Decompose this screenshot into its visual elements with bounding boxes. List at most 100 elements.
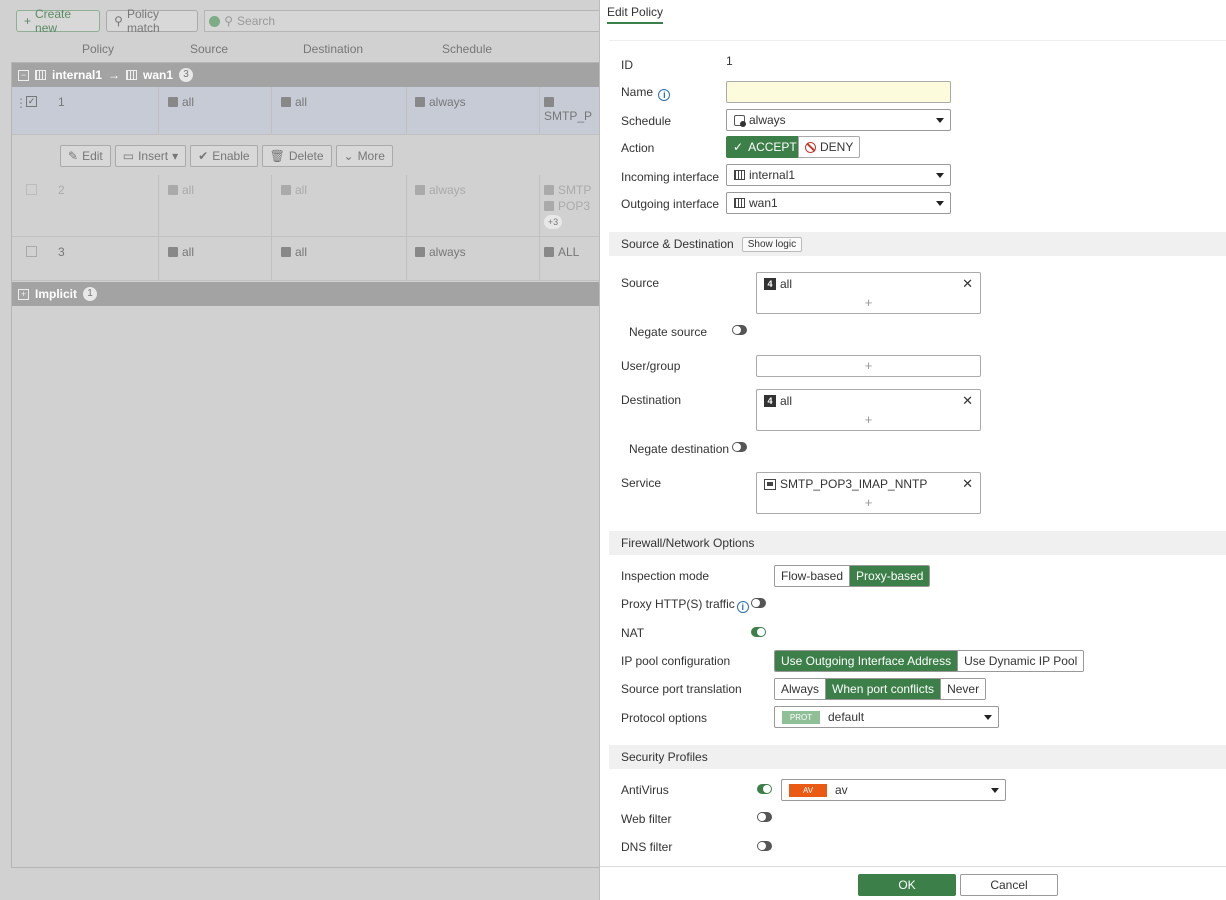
- group-from: internal1: [52, 68, 103, 82]
- policy-match-label: Policy match: [126, 7, 160, 35]
- cell-schedule: always: [415, 183, 466, 197]
- web-filter-toggle[interactable]: [757, 812, 772, 822]
- service-icon: [764, 478, 776, 490]
- edit-policy-panel: Edit Policy ID 1 Name i Schedule always …: [599, 0, 1226, 900]
- cell-schedule: always: [415, 95, 466, 109]
- name-label: Name i: [621, 85, 671, 101]
- edit-button[interactable]: ✎ Edit: [60, 145, 111, 167]
- section-title: Firewall/Network Options: [621, 536, 755, 550]
- section-title: Security Profiles: [621, 750, 708, 764]
- table-row[interactable]: 3 all all always ALL: [12, 237, 601, 281]
- policy-list-background: + Create new ⚲ Policy match ⚲ Search Pol…: [0, 0, 601, 900]
- cell-schedule: always: [415, 245, 466, 259]
- incoming-interface-select[interactable]: internal1: [726, 164, 951, 186]
- av-badge: AV: [789, 783, 827, 797]
- group-header-internal1-wan1[interactable]: − internal1 → wan1 3: [12, 63, 601, 87]
- protocol-value: default: [828, 710, 865, 724]
- accept-button[interactable]: ✓ ACCEPT: [726, 136, 804, 158]
- more-button[interactable]: ⌄ More: [335, 145, 393, 167]
- info-icon[interactable]: i: [736, 601, 749, 613]
- group-header-implicit[interactable]: + Implicit 1: [12, 282, 601, 306]
- cell-id: 3: [58, 245, 65, 259]
- address-icon: [168, 185, 178, 195]
- add-icon[interactable]: +: [757, 412, 980, 427]
- address-icon: [281, 185, 291, 195]
- interface-icon: [734, 170, 745, 180]
- source-field[interactable]: 4 all ✕ +: [756, 272, 981, 314]
- dns-filter-toggle[interactable]: [757, 841, 772, 851]
- interface-icon: [35, 70, 46, 80]
- source-port-translation-label: Source port translation: [621, 682, 742, 696]
- antivirus-select[interactable]: AV av: [781, 779, 1006, 801]
- negate-destination-toggle[interactable]: [732, 442, 747, 452]
- ok-button[interactable]: OK: [858, 874, 956, 896]
- add-icon[interactable]: +: [757, 295, 980, 310]
- search-input[interactable]: ⚲ Search: [204, 10, 600, 32]
- panel-title-tab[interactable]: Edit Policy: [607, 5, 664, 24]
- never-option[interactable]: Never: [941, 679, 986, 699]
- add-icon[interactable]: +: [865, 358, 873, 373]
- destination-entry: 4 all: [764, 394, 792, 408]
- antivirus-label: AntiVirus: [621, 783, 669, 797]
- check-circle-icon: ✔: [198, 149, 209, 163]
- use-outgoing-interface-option[interactable]: Use Outgoing Interface Address: [775, 651, 959, 671]
- table-row[interactable]: 2 all all always SMTP POP3 +3: [12, 175, 601, 237]
- interface-icon: [126, 70, 138, 80]
- cell-source: all: [168, 245, 194, 259]
- schedule-icon: [415, 97, 425, 107]
- add-icon[interactable]: +: [757, 495, 980, 510]
- row-actions-bar: ✎ Edit ▭ Insert ▾ ✔ Enable 🗑 Delete ⌄ More: [60, 145, 393, 167]
- remove-icon[interactable]: ✕: [962, 276, 973, 292]
- destination-label: Destination: [621, 393, 682, 407]
- cell-source: all: [168, 95, 194, 109]
- magnifier-icon: ⚲: [114, 14, 123, 28]
- policy-match-button[interactable]: ⚲ Policy match: [106, 7, 199, 35]
- row-checkbox[interactable]: [26, 184, 37, 195]
- when-port-conflicts-option[interactable]: When port conflicts: [826, 679, 942, 699]
- flow-based-option[interactable]: Flow-based: [775, 566, 851, 586]
- column-policy[interactable]: Policy: [82, 42, 114, 56]
- outgoing-interface-select[interactable]: wan1: [726, 192, 951, 214]
- user-group-field[interactable]: +: [756, 355, 981, 377]
- proxy-traffic-label: Proxy HTTP(S) traffic i: [621, 597, 749, 613]
- always-option[interactable]: Always: [775, 679, 827, 699]
- row-checkbox[interactable]: [26, 246, 37, 257]
- table-row[interactable]: ⋮ ✓ 1 all all always SMTP_P: [12, 87, 601, 135]
- info-icon[interactable]: i: [658, 89, 671, 101]
- create-new-button[interactable]: + Create new: [16, 7, 101, 35]
- nat-toggle[interactable]: [751, 627, 766, 637]
- cancel-button[interactable]: Cancel: [960, 874, 1058, 896]
- policy-table: − internal1 → wan1 3 ⋮ ✓ 1 all all alway…: [11, 62, 601, 868]
- proxy-traffic-toggle[interactable]: [751, 598, 766, 608]
- antivirus-toggle[interactable]: [757, 784, 772, 794]
- protocol-options-select[interactable]: PROT default: [774, 706, 999, 728]
- negate-source-toggle[interactable]: [732, 325, 747, 335]
- column-destination[interactable]: Destination: [303, 42, 363, 56]
- proxy-based-option[interactable]: Proxy-based: [850, 566, 930, 586]
- edit-policy-form: ID 1 Name i Schedule always Action ✓ ACC…: [609, 40, 1226, 866]
- create-new-label: Create new: [35, 7, 72, 35]
- insert-button[interactable]: ▭ Insert ▾: [114, 145, 187, 167]
- add-filter-icon[interactable]: [209, 15, 221, 27]
- destination-field[interactable]: 4 all ✕ +: [756, 389, 981, 431]
- remove-icon[interactable]: ✕: [962, 393, 973, 409]
- name-input[interactable]: [726, 81, 951, 103]
- delete-button[interactable]: 🗑 Delete: [261, 145, 332, 167]
- row-checkbox[interactable]: ✓: [26, 96, 37, 107]
- collapse-icon[interactable]: −: [18, 69, 29, 81]
- column-schedule[interactable]: Schedule: [442, 42, 492, 56]
- address-icon: [281, 247, 291, 257]
- service-field[interactable]: SMTP_POP3_IMAP_NNTP ✕ +: [756, 472, 981, 514]
- show-logic-button[interactable]: Show logic: [741, 236, 803, 252]
- use-dynamic-ip-pool-option[interactable]: Use Dynamic IP Pool: [958, 651, 1084, 671]
- schedule-select[interactable]: always: [726, 109, 951, 131]
- enable-button[interactable]: ✔ Enable: [190, 145, 258, 167]
- deny-button[interactable]: DENY: [798, 136, 861, 158]
- caret-down-icon: [936, 201, 944, 206]
- deny-icon: [805, 141, 816, 153]
- column-source[interactable]: Source: [190, 42, 228, 56]
- section-source-destination: Source & Destination Show logic: [609, 232, 1226, 256]
- caret-down-icon: [936, 118, 944, 123]
- remove-icon[interactable]: ✕: [962, 476, 973, 492]
- expand-icon[interactable]: +: [18, 288, 29, 300]
